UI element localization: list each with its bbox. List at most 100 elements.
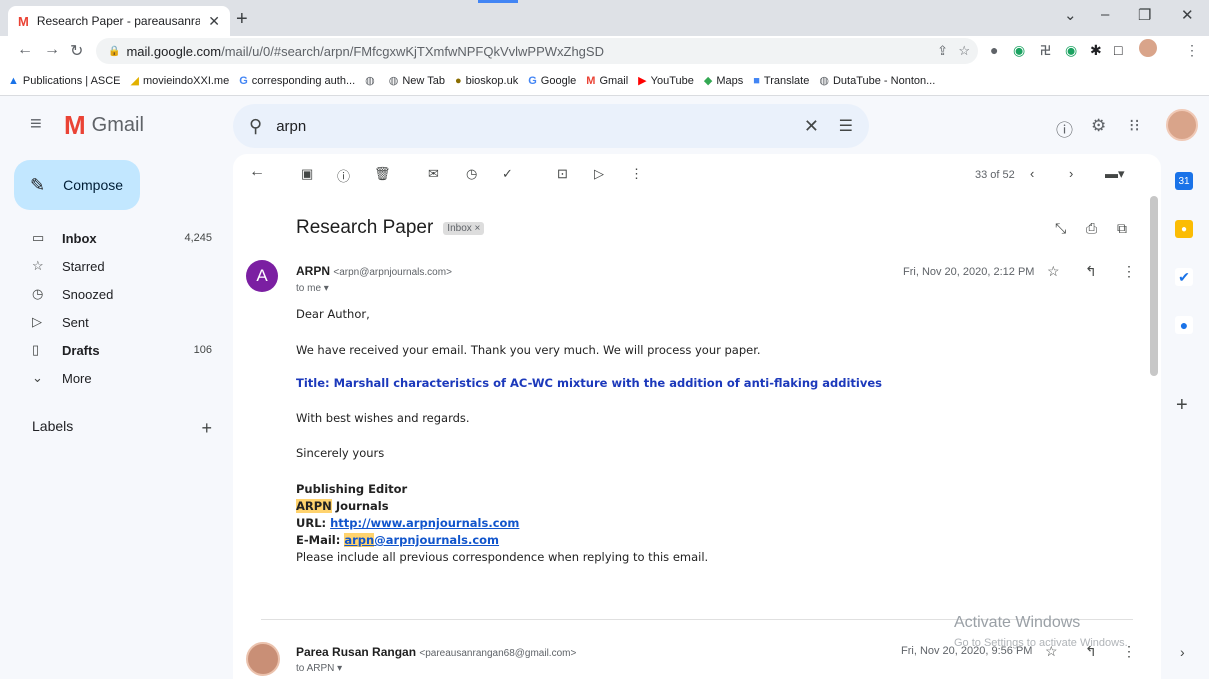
collapse-all-icon[interactable]: ⤡ [1055,220,1066,237]
subject-line: Research Paper Inbox × [296,217,485,239]
archive-icon[interactable]: ▣ [301,166,313,182]
grammar-ext-icon[interactable]: ◉ [1065,42,1077,59]
translate-ext-icon[interactable]: 卍 [1040,42,1051,58]
tab-title: Research Paper - pareausanranga [36,14,201,28]
print-icon[interactable]: ⎙ [1086,220,1097,237]
bookmark-item[interactable]: ■ Translate [753,75,809,87]
signature-email: E-Mail: arpn@arpnjournals.com [296,533,500,547]
address-bar[interactable]: 🔒 mail.google.com/mail/u/0/#search/arpn/… [96,38,978,64]
reply-icon[interactable]: ↰ [1085,263,1097,280]
reply-sender-avatar[interactable] [246,642,280,676]
clear-search-icon[interactable]: ✕ [804,116,819,137]
recipient-details[interactable]: to me ▾ [296,283,329,294]
older-icon[interactable]: › [1069,166,1073,181]
bookmark-item[interactable]: ◍ New Tab [389,74,445,88]
search-bar: ⚲ ✕ ☰ [233,104,869,148]
bookmark-item[interactable]: ▶ YouTube [638,74,694,88]
chrome-menu-icon[interactable]: ⋮ [1185,42,1199,59]
nav-item-drafts[interactable]: ▯ Drafts 106 [32,337,212,363]
message-more-icon[interactable]: ⋮ [1122,263,1136,280]
google-icon: G [528,74,537,87]
bookmark-item[interactable]: G Google [528,75,576,87]
open-new-window-icon[interactable]: ⧉ [1117,220,1127,237]
delete-icon[interactable]: 🗑 [374,166,391,182]
translate-icon: ■ [753,74,760,87]
reply-sender-name[interactable]: Parea Rusan Rangan [296,645,416,659]
close-tab-icon[interactable]: ✕ [208,13,220,30]
mark-unread-icon[interactable]: ✉ [428,166,439,182]
forward-icon[interactable]: → [44,41,60,59]
report-spam-icon[interactable]: ⓘ [337,166,350,185]
label-icon[interactable]: ▷ [594,166,604,182]
back-icon[interactable]: ← [17,41,33,59]
message-date: Fri, Nov 20, 2020, 2:12 PM [903,266,1035,278]
add-label-icon[interactable]: + [201,418,212,439]
main-menu-icon[interactable]: ≡ [30,113,42,136]
compose-button[interactable]: ✎ Compose [14,160,140,210]
get-addons-icon[interactable]: + [1176,394,1188,417]
bookmark-item[interactable]: ◍ [365,74,379,87]
help-icon[interactable]: ⓘ [1056,116,1073,141]
profile-avatar[interactable] [1139,39,1157,57]
bookmark-item[interactable]: ◍ DutaTube - Nonton... [819,74,935,88]
apps-grid-icon[interactable]: ⁝⁝ [1129,116,1140,136]
snooze-icon[interactable]: ◷ [466,166,477,182]
body-line: We have received your email. Thank you v… [296,343,761,357]
nav-item-sent[interactable]: ▷ Sent [32,309,212,335]
scrollbar[interactable] [1150,196,1158,376]
browser-tab[interactable]: M Research Paper - pareausanranga ✕ [8,6,230,36]
settings-gear-icon[interactable]: ⚙ [1091,116,1106,136]
activate-windows-title: Activate Windows [954,614,1081,631]
bookmark-item[interactable]: M Gmail [586,75,628,87]
gmail-logo[interactable]: M Gmail [64,112,144,138]
more-options-icon[interactable]: ⋮ [630,166,643,182]
contacts-icon[interactable]: ● [1175,316,1193,334]
newer-icon[interactable]: ‹ [1030,166,1034,181]
new-tab-icon[interactable]: + [236,8,248,31]
keep-icon[interactable]: ● [1175,220,1193,238]
bookmark-item[interactable]: ◆ Maps [704,74,743,88]
sender-email: <arpn@arpnjournals.com> [333,267,452,278]
sender-name[interactable]: ARPN [296,264,330,278]
tasks-icon[interactable]: ✔ [1175,268,1193,286]
side-panel-icon[interactable]: □ [1114,42,1122,58]
reply-recipient[interactable]: to ARPN ▾ [296,663,342,674]
input-tools-icon[interactable]: ▬▾ [1105,166,1125,182]
loading-indicator [478,0,518,3]
browser-tab-strip: M Research Paper - pareausanranga ✕ + ⌄ … [0,0,1209,36]
nav-item-inbox[interactable]: ▭ Inbox 4,245 [32,225,212,251]
bookmark-star-icon[interactable]: ☆ [958,43,970,59]
website-link[interactable]: http://www.arpnjournals.com [330,516,519,530]
bookmark-item[interactable]: ◢ movieindoXXI.me [131,74,230,88]
nav-item-snoozed[interactable]: ◷ Snoozed [32,281,212,307]
bookmark-item[interactable]: Gcorresponding auth... [239,75,355,87]
nav-item-more[interactable]: ⌄ More [32,365,212,391]
restore-icon[interactable]: ❐ [1138,6,1151,24]
share-icon[interactable]: ⇪ [937,43,948,59]
search-options-icon[interactable]: ☰ [839,116,853,136]
nav-item-starred[interactable]: ☆ Starred [32,253,212,279]
extensions-puzzle-icon[interactable]: ✱ [1090,42,1102,59]
search-input[interactable] [276,117,757,135]
grammarly-icon[interactable]: ◉ [1013,42,1025,59]
show-side-panel-icon[interactable]: › [1180,644,1185,660]
clock-icon: ◷ [32,286,44,301]
back-to-list-icon[interactable]: ← [249,163,265,181]
email-link[interactable]: arpn@arpnjournals.com [344,533,499,547]
bookmark-item[interactable]: ● bioskop.uk [455,75,518,87]
close-window-icon[interactable]: ✕ [1181,6,1194,24]
calendar-icon[interactable]: 31 [1175,172,1193,190]
inbox-label-chip[interactable]: Inbox × [443,221,485,235]
tab-search-icon[interactable]: ⌄ [1064,6,1077,24]
bookmark-item[interactable]: ▲ Publications | ASCE [8,75,121,87]
move-to-icon[interactable]: ⊡ [557,166,568,182]
star-message-icon[interactable]: ☆ [1047,263,1060,280]
search-icon[interactable]: ⚲ [249,116,262,137]
extension-icon[interactable]: ● [990,42,998,58]
labels-header: Labels + [32,418,212,439]
reload-icon[interactable]: ↻ [70,41,83,61]
sender-avatar[interactable]: A [246,260,278,292]
minimize-icon[interactable]: – [1101,6,1109,23]
account-avatar[interactable] [1166,109,1198,141]
add-task-icon[interactable]: ✓ [502,166,513,182]
